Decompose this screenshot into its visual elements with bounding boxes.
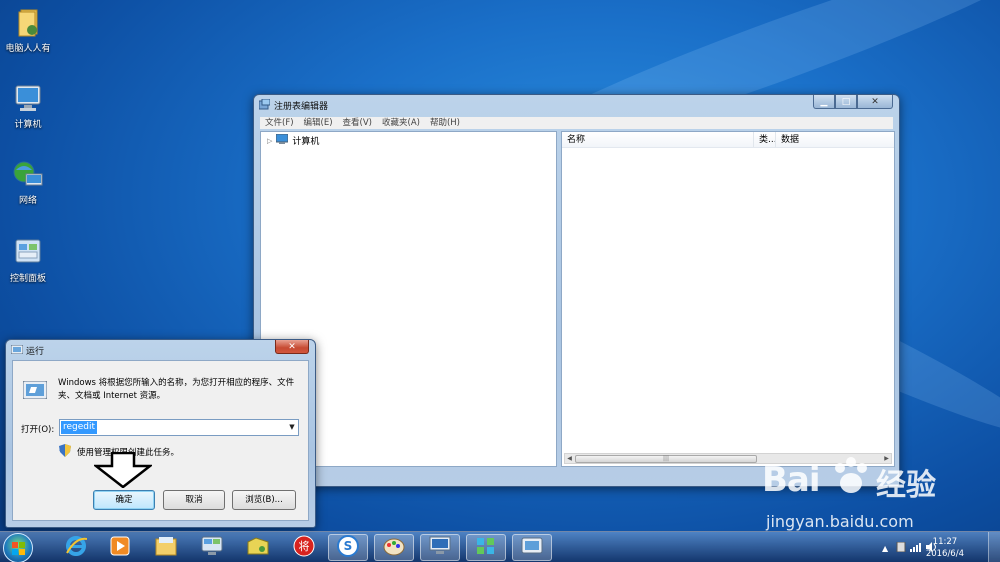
- control-panel-icon: [12, 236, 44, 268]
- run-caption-buttons: ✕: [275, 340, 309, 354]
- computer-small-icon: [275, 133, 289, 147]
- taskbar-chess-game[interactable]: 将: [284, 534, 324, 561]
- run-app-icon: [10, 344, 24, 355]
- desktop-icon-user-folder[interactable]: 电脑人人有: [0, 6, 56, 54]
- sogou-icon: S: [337, 535, 359, 560]
- taskbar-run[interactable]: [512, 534, 552, 561]
- remote-desktop-icon: [201, 536, 223, 559]
- close-icon: ✕: [871, 96, 879, 107]
- regedit-titlebar[interactable]: 注册表编辑器 ▁ □ ✕: [254, 95, 899, 115]
- regedit-title: 注册表编辑器: [274, 102, 329, 112]
- show-desktop-button[interactable]: [988, 532, 1000, 562]
- minimize-button[interactable]: ▁: [813, 95, 835, 109]
- menu-view[interactable]: 查看(V): [338, 117, 377, 129]
- run-title: 运行: [26, 347, 45, 357]
- start-button[interactable]: [3, 533, 33, 562]
- computer-icon: [12, 82, 44, 114]
- desktop-icon-label: 控制面板: [9, 274, 46, 284]
- taskbar-monitor[interactable]: [420, 534, 460, 561]
- svg-text:将: 将: [299, 540, 310, 553]
- maximize-icon: □: [841, 96, 851, 107]
- uac-shield-icon: [59, 444, 71, 460]
- scrollbar-thumb[interactable]: |||: [575, 455, 757, 463]
- watermark-brand-cn: 经验: [876, 468, 936, 503]
- registry-values-pane[interactable]: 名称 类... 数据 ◀ ||| ▶: [561, 131, 895, 467]
- desktop-icon-network[interactable]: 网络: [0, 158, 56, 206]
- run-description: Windows 将根据您所输入的名称，为您打开相应的程序、文件夹、文档或 Int…: [58, 378, 295, 401]
- monitor-icon: [429, 536, 451, 559]
- dropdown-arrow-icon[interactable]: ▼: [286, 420, 298, 435]
- baidu-jingyan-watermark: Bai 经验 jingyan.baidu.com: [762, 452, 998, 532]
- menu-favorites[interactable]: 收藏夹(A): [377, 117, 425, 129]
- system-tray: ▲ 11:27 2016/6/4: [850, 532, 1000, 562]
- window-caption-buttons: ▁ □ ✕: [813, 95, 893, 109]
- desktop-icon-control-panel[interactable]: 控制面板: [0, 236, 56, 284]
- tray-expand-icon[interactable]: ▲: [882, 544, 888, 553]
- baidu-paw-icon: [830, 456, 872, 496]
- watermark-url: jingyan.baidu.com: [766, 512, 914, 531]
- taskbar-folder-share[interactable]: [238, 534, 278, 561]
- clock-date: 2016/6/4: [925, 549, 964, 559]
- run-dialog[interactable]: 运行 ✕ Windows 将根据您所输入的名称，为您打开相应的程序、文件夹、文档…: [5, 339, 316, 528]
- menu-edit[interactable]: 编辑(E): [299, 117, 338, 129]
- taskbar-paint[interactable]: [374, 534, 414, 561]
- taskbar-sogou[interactable]: S: [328, 534, 368, 561]
- folder-user-icon: [12, 6, 44, 38]
- down-arrow-annotation-icon: [92, 451, 154, 489]
- svg-text:S: S: [344, 539, 353, 553]
- desktop-icon-label: 网络: [18, 196, 37, 206]
- maximize-button[interactable]: □: [835, 95, 857, 109]
- desktop-icon-label: 电脑人人有: [5, 44, 51, 54]
- desktop-icon-label: 计算机: [14, 120, 42, 130]
- chess-icon: 将: [293, 535, 315, 560]
- ok-button[interactable]: 确定: [93, 490, 155, 510]
- tree-item-label: 计算机: [292, 137, 320, 147]
- open-combobox[interactable]: regedit ▼: [59, 419, 299, 436]
- explorer-icon: [155, 536, 177, 559]
- network-share-icon: [475, 536, 497, 559]
- open-input[interactable]: regedit: [61, 421, 98, 434]
- close-icon: ✕: [288, 341, 296, 352]
- run-program-icon: [22, 380, 48, 402]
- network-icon: [12, 158, 44, 190]
- run-icon: [521, 537, 543, 558]
- watermark-brand: Bai: [762, 460, 821, 500]
- folder-share-icon: [247, 536, 269, 559]
- taskbar-ie[interactable]: [56, 534, 96, 561]
- regedit-window[interactable]: 注册表编辑器 ▁ □ ✕ 文件(F) 编辑(E) 查看(V) 收藏夹(A) 帮助…: [253, 94, 900, 487]
- cancel-button[interactable]: 取消: [163, 490, 225, 510]
- scroll-left-icon[interactable]: ◀: [565, 454, 574, 463]
- browse-button[interactable]: 浏览(B)...: [232, 490, 296, 510]
- desktop-icon-computer[interactable]: 计算机: [0, 82, 56, 130]
- run-dialog-body: Windows 将根据您所输入的名称，为您打开相应的程序、文件夹、文档或 Int…: [12, 360, 309, 521]
- tray-network-icon[interactable]: [910, 542, 922, 554]
- open-label: 打开(O):: [21, 425, 55, 435]
- list-header: 名称 类... 数据: [562, 132, 894, 148]
- regedit-menubar: 文件(F) 编辑(E) 查看(V) 收藏夹(A) 帮助(H): [260, 117, 893, 129]
- taskbar-media-player[interactable]: [100, 534, 140, 561]
- media-player-icon: [110, 536, 130, 559]
- close-button[interactable]: ✕: [857, 95, 893, 109]
- taskbar-network-share[interactable]: [466, 534, 506, 561]
- run-close-button[interactable]: ✕: [275, 340, 309, 354]
- ie-icon: [65, 535, 88, 560]
- windows-logo-icon: [12, 542, 26, 559]
- taskbar-clock[interactable]: 11:27 2016/6/4: [926, 536, 964, 560]
- menu-help[interactable]: 帮助(H): [425, 117, 465, 129]
- tray-device-icon[interactable]: [896, 541, 906, 554]
- regedit-app-icon: [258, 98, 271, 110]
- minimize-icon: ▁: [820, 96, 828, 107]
- taskbar-remote-desktop[interactable]: [192, 534, 232, 561]
- column-name[interactable]: 名称: [562, 132, 754, 147]
- run-titlebar[interactable]: 运行 ✕: [6, 340, 315, 360]
- column-type[interactable]: 类...: [754, 132, 776, 147]
- tree-item-computer[interactable]: ▷ 计算机: [267, 133, 320, 147]
- taskbar-explorer[interactable]: [146, 534, 186, 561]
- taskbar: 将 S ▲ 11:27 2016/6/4: [0, 531, 1000, 562]
- clock-time: 11:27: [932, 537, 958, 547]
- column-data[interactable]: 数据: [776, 132, 894, 147]
- menu-file[interactable]: 文件(F): [260, 117, 299, 129]
- paint-icon: [383, 536, 405, 559]
- expand-arrow-icon[interactable]: ▷: [267, 137, 272, 145]
